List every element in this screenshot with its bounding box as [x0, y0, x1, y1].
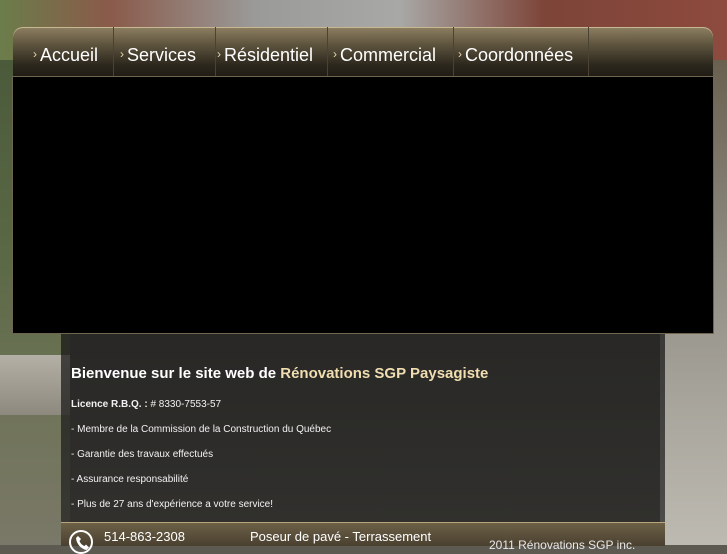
nav-item-label: Résidentiel: [224, 45, 314, 65]
nav-item-accueil[interactable]: › Accueil: [33, 27, 114, 77]
copyright-text: 2011 Rénovations SGP inc.: [489, 538, 636, 552]
footer-bar: 514-863-2308 Poseur de pavé - Terrasseme…: [61, 522, 665, 554]
nav-item-label: Coordonnées: [465, 45, 574, 65]
bullet-item: - Garantie des travaux effectués: [71, 449, 214, 460]
nav-item-commercial[interactable]: › Commercial: [331, 27, 454, 77]
chevron-right-icon: ›: [217, 47, 221, 61]
welcome-text: Bienvenue sur le site web de: [71, 365, 277, 382]
chevron-right-icon: ›: [458, 47, 462, 61]
bullet-item: - Plus de 27 ans d'expérience a votre se…: [71, 499, 274, 510]
phone-number[interactable]: 514-863-2308: [104, 529, 185, 544]
chevron-right-icon: ›: [333, 47, 337, 61]
welcome-panel: Bienvenue sur le site web de Rénovations…: [61, 334, 665, 522]
nav-item-label: Accueil: [40, 45, 99, 65]
license-label: Licence R.B.Q. :: [71, 399, 148, 410]
footer-tagline: Poseur de pavé - Terrassement: [250, 529, 432, 544]
bullet-item: - Assurance responsabilité: [71, 474, 189, 485]
nav-item-label: Services: [127, 45, 197, 65]
main-navigation: › Accueil › Services › Résidentiel › Commerc…: [13, 27, 713, 77]
chevron-right-icon: ›: [120, 47, 124, 61]
chevron-right-icon: ›: [33, 47, 37, 61]
background-step: [0, 355, 70, 415]
nav-item-coordonnees[interactable]: › Coordonnées: [456, 27, 589, 77]
nav-item-label: Commercial: [340, 45, 437, 65]
brand-name: Rénovations SGP Paysagiste: [280, 365, 489, 382]
nav-item-residentiel[interactable]: › Résidentiel: [215, 27, 328, 77]
nav-item-services[interactable]: › Services: [116, 27, 216, 77]
bullet-item: - Membre de la Commission de la Construc…: [71, 424, 332, 435]
license-number: # 8330-7553-57: [150, 399, 222, 410]
license-line: Licence R.B.Q. : # 8330-7553-57: [71, 399, 221, 410]
media-slideshow[interactable]: [13, 77, 713, 333]
phone-icon: [69, 530, 93, 554]
welcome-heading: Bienvenue sur le site web de Rénovations…: [71, 365, 488, 382]
